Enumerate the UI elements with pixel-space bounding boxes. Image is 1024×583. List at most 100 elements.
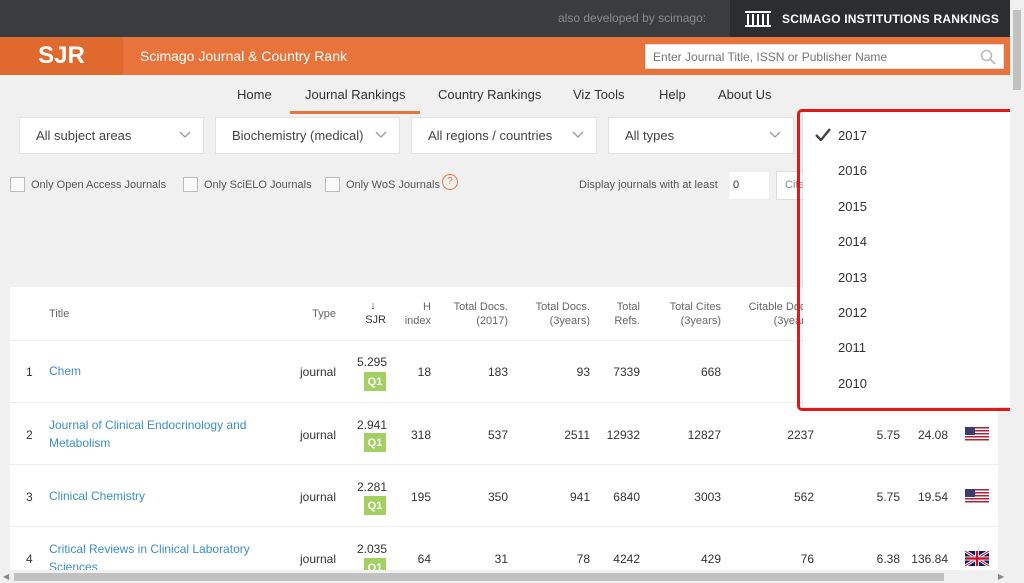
year-option-2014[interactable]: 2014 (838, 234, 867, 249)
help-icon[interactable]: ? (441, 173, 458, 190)
scroll-right-icon[interactable]: ▶ (998, 572, 1004, 581)
year-option-2011[interactable]: 2011 (838, 340, 866, 355)
sort-arrow-icon: ↓ (370, 300, 376, 312)
col-total-cites-line2[interactable]: (3years) (655, 314, 721, 328)
col-total-docs-year-line1[interactable]: Total Docs. (440, 300, 508, 314)
quartile-badge: Q1 (364, 433, 386, 452)
also-developed-text: also developed by scimago: (558, 11, 707, 25)
scrollbar-thumb[interactable] (14, 573, 944, 581)
total-docs-year: 31 (494, 552, 508, 566)
nav-help[interactable]: Help (659, 87, 686, 102)
open-access-checkbox[interactable]: Only Open Access Journals (10, 177, 166, 192)
nav-home[interactable]: Home (237, 87, 272, 102)
type: journal (300, 428, 337, 442)
col-total-cites-line1[interactable]: Total Cites (655, 300, 721, 314)
col-total-refs-line1[interactable]: Total (600, 300, 640, 314)
cites-per-doc: 6.38 (876, 552, 900, 566)
scroll-left-icon[interactable]: ◀ (3, 572, 9, 581)
uk-flag-icon (965, 551, 989, 566)
col-citable-docs-line2[interactable]: (3years) (730, 314, 814, 328)
type: journal (300, 490, 337, 504)
rank: 4 (26, 552, 33, 566)
wos-checkbox[interactable]: Only WoS Journals ? (325, 173, 458, 192)
year-option-2010[interactable]: 2010 (838, 376, 867, 391)
citable-docs-3y: 76 (800, 552, 814, 566)
chevron-down-icon (179, 131, 191, 138)
col-total-refs-line2[interactable]: Refs. (600, 314, 640, 328)
total-docs-3y: 93 (576, 365, 590, 379)
citable-docs-3y: 2237 (787, 428, 814, 442)
col-h-index-line1[interactable]: H (395, 300, 431, 314)
table-row[interactable]: 2 Journal of Clinical Endocrinology and … (10, 403, 998, 465)
horizontal-scrollbar[interactable]: ◀ ▶ (0, 570, 1024, 583)
year-option-2013[interactable]: 2013 (838, 270, 867, 285)
ref-per-doc: 136.84 (911, 552, 948, 566)
year-option-2015[interactable]: 2015 (838, 199, 867, 214)
search-icon[interactable] (980, 49, 996, 65)
journal-title-link[interactable]: Clinical Chemistry (49, 487, 145, 505)
h-index: 18 (417, 365, 431, 379)
type: journal (300, 552, 337, 566)
total-cites-3y: 3003 (694, 490, 721, 504)
col-h-index-line2[interactable]: index (395, 314, 431, 328)
scimago-institutions-link[interactable]: SCIMAGO INSTITUTIONS RANKINGS (730, 0, 1010, 37)
active-tab-indicator (290, 111, 420, 114)
total-cites-3y: 12827 (687, 428, 721, 442)
scielo-checkbox[interactable]: Only SciELO Journals (183, 177, 312, 192)
us-flag-icon (965, 489, 989, 504)
subject-areas-select[interactable]: All subject areas (19, 117, 204, 154)
col-type[interactable]: Type (306, 307, 336, 321)
nav-about-us[interactable]: About Us (718, 87, 771, 102)
display-min-label: Display journals with at least (579, 179, 718, 191)
regions-select[interactable]: All regions / countries (411, 117, 597, 154)
col-total-docs-year-line2[interactable]: (2017) (440, 314, 508, 328)
h-index: 318 (410, 428, 431, 442)
cites-select[interactable]: Cites (776, 171, 806, 200)
category-select[interactable]: Biochemistry (medical) (215, 117, 400, 154)
total-docs-3y: 941 (569, 490, 590, 504)
chevron-down-icon (375, 131, 387, 138)
sjr-logo[interactable]: SJR (0, 37, 123, 75)
institution-icon (745, 10, 771, 27)
total-docs-year: 183 (487, 365, 508, 379)
min-docs-input[interactable]: 0 (728, 171, 770, 200)
journal-title-link[interactable]: Critical Reviews in Clinical Laboratory … (49, 540, 259, 570)
total-refs: 12932 (606, 428, 640, 442)
journal-title-link[interactable]: Journal of Clinical Endocrinology and Me… (49, 416, 259, 452)
col-total-docs-3y-line2[interactable]: (3years) (522, 314, 590, 328)
checkmark-icon (815, 128, 831, 141)
checkbox-box[interactable] (183, 177, 198, 192)
col-title[interactable]: Title (49, 307, 69, 321)
sjr-value: 2.281 (357, 480, 388, 494)
table-row[interactable]: 4 Critical Reviews in Clinical Laborator… (10, 527, 998, 570)
citable-docs-3y: 7 (730, 365, 814, 379)
nav-viz-tools[interactable]: Viz Tools (573, 87, 625, 102)
types-select[interactable]: All types (608, 117, 794, 154)
search-input[interactable] (646, 45, 966, 68)
year-option-2012[interactable]: 2012 (838, 305, 867, 320)
scielo-label: Only SciELO Journals (204, 178, 312, 191)
brand-bar: SJR Scimago Journal & Country Rank (0, 37, 1010, 75)
journal-title-link[interactable]: Chem (49, 362, 81, 380)
cites-per-doc: 5.75 (876, 428, 900, 442)
checkbox-box[interactable] (325, 177, 340, 192)
quartile-badge: Q1 (364, 372, 386, 391)
vertical-scrollbar[interactable] (1010, 0, 1024, 570)
total-refs: 6840 (613, 490, 640, 504)
open-access-label: Only Open Access Journals (31, 178, 167, 191)
col-citable-docs-line1[interactable]: Citable Docs. (730, 300, 814, 314)
col-total-docs-3y-line1[interactable]: Total Docs. (522, 300, 590, 314)
total-docs-3y: 2511 (564, 428, 590, 442)
scrollbar-thumb[interactable] (1013, 10, 1021, 90)
nav-country-rankings[interactable]: Country Rankings (438, 87, 541, 102)
site-name[interactable]: Scimago Journal & Country Rank (140, 48, 347, 64)
h-index: 64 (417, 552, 431, 566)
year-option-2017[interactable]: 2017 (838, 128, 867, 143)
table-row[interactable]: 3 Clinical Chemistry journal 2.281 Q1 19… (10, 465, 998, 527)
year-option-2016[interactable]: 2016 (838, 163, 867, 178)
types-value: All types (625, 128, 675, 143)
checkbox-box[interactable] (10, 177, 25, 192)
col-sjr[interactable]: SJR (360, 313, 386, 327)
quartile-badge: Q1 (364, 558, 386, 570)
nav-journal-rankings[interactable]: Journal Rankings (305, 87, 405, 102)
